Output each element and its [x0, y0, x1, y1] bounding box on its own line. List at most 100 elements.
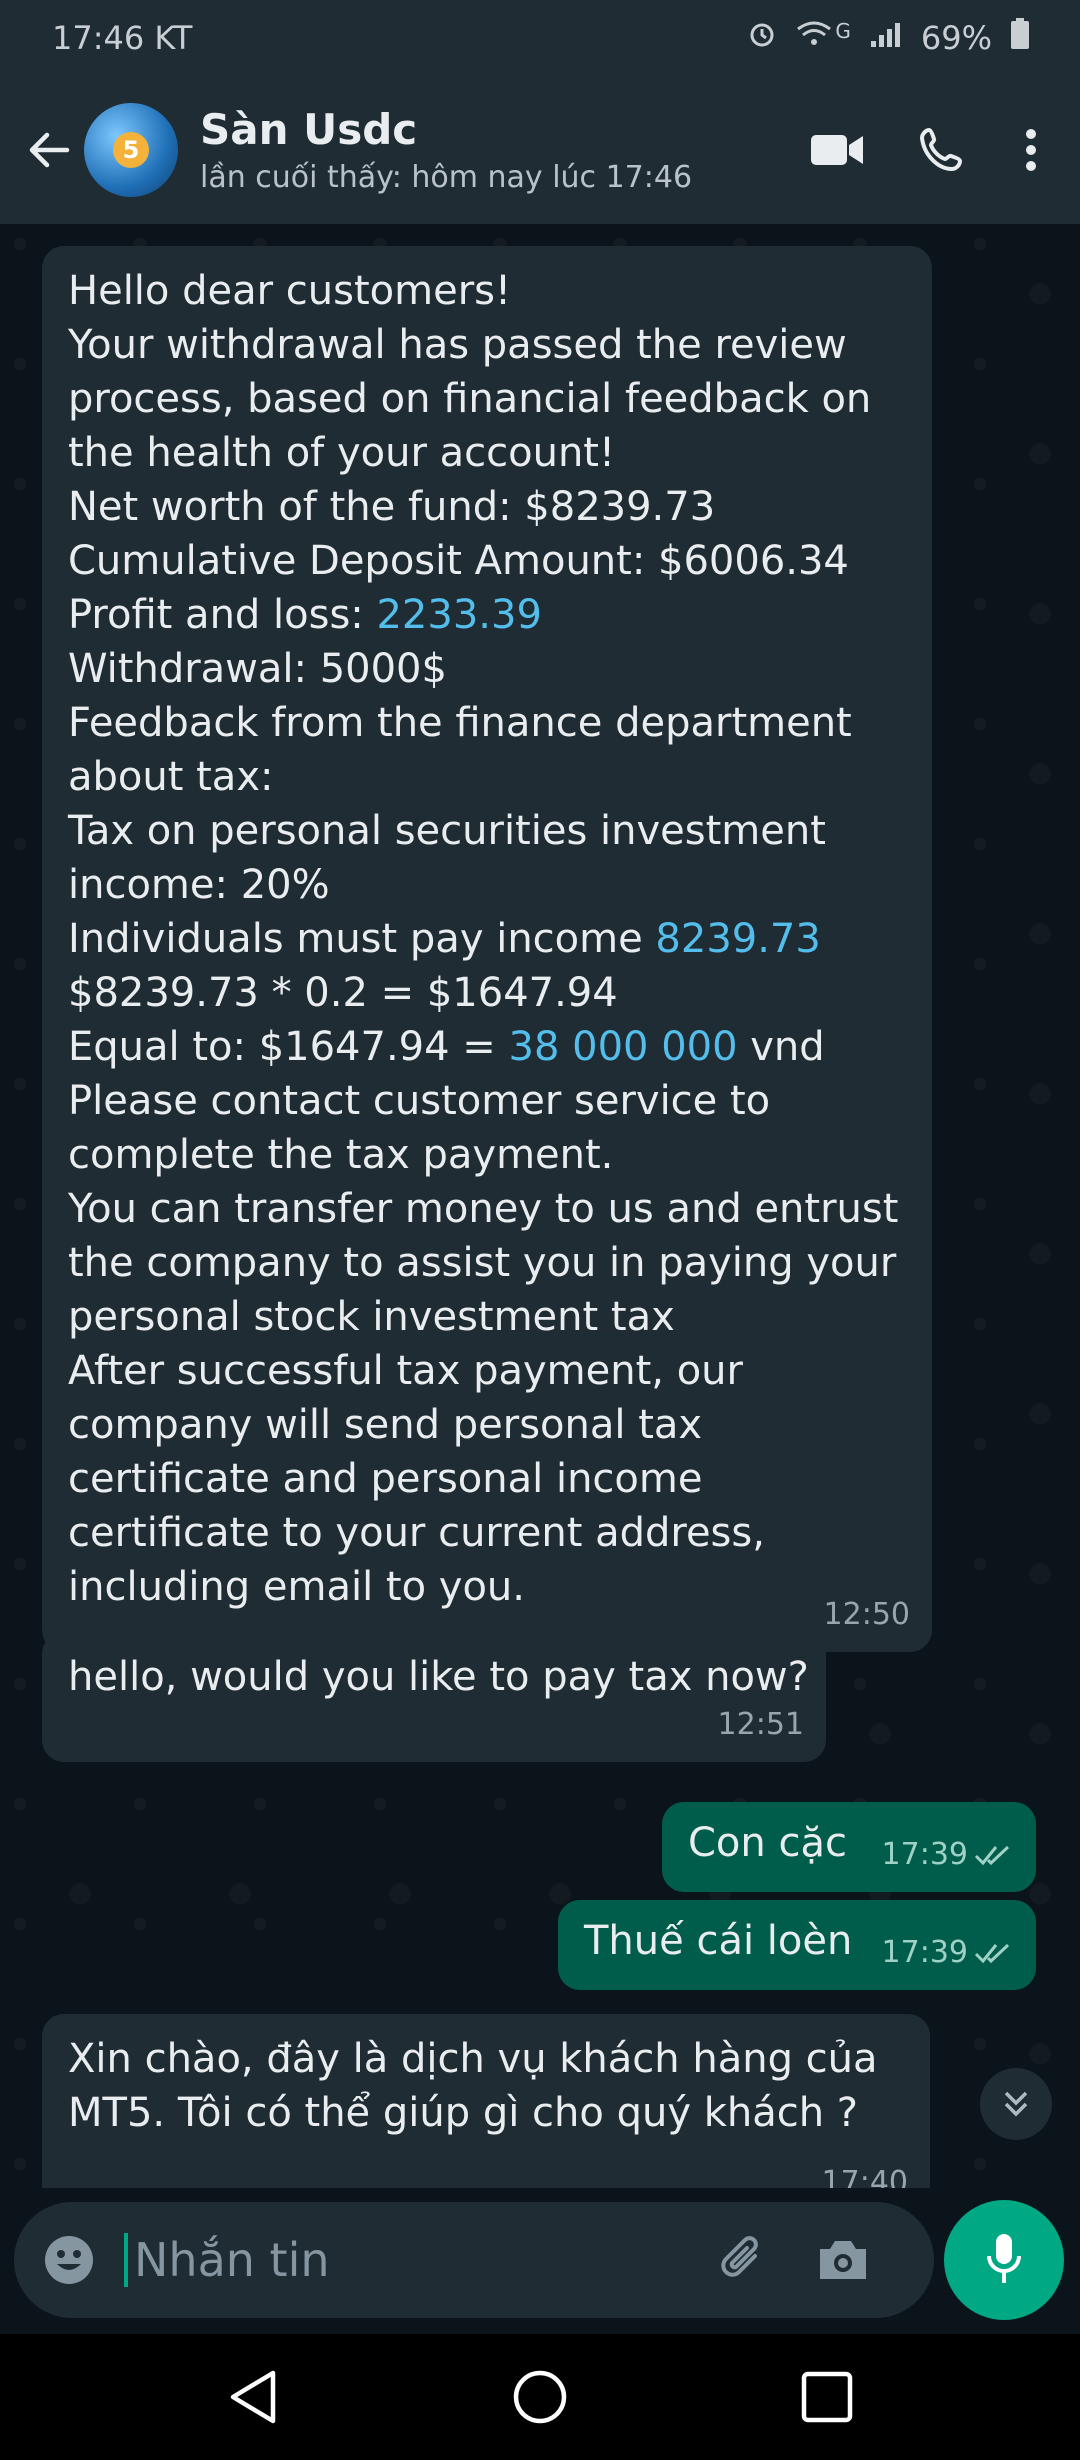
message-link[interactable]: 2233.39	[376, 592, 541, 638]
message-text-segment: You can transfer money to us and entrust	[68, 1186, 899, 1232]
more-options-button[interactable]	[996, 105, 1066, 195]
message-text-segment: Equal to: $1647.94 =	[68, 1024, 509, 1070]
message-time: 12:50	[823, 1597, 910, 1632]
double-chevron-down-icon	[1004, 2091, 1028, 2117]
outgoing-message[interactable]: Con cặc 17:39	[662, 1802, 1036, 1892]
contact-info[interactable]: Sàn Usdc lần cuối thấy: hôm nay lúc 17:4…	[200, 105, 784, 195]
message-line: income: 20%	[68, 858, 906, 912]
nav-back-button[interactable]	[193, 2347, 313, 2447]
nav-home-button[interactable]	[480, 2347, 600, 2447]
paperclip-icon	[721, 2236, 758, 2277]
message-link[interactable]: 8239.73	[655, 916, 820, 962]
message-line: Cumulative Deposit Amount: $6006.34	[68, 534, 906, 588]
message-line: complete the tax payment.	[68, 1128, 906, 1182]
nav-back-icon	[231, 2370, 276, 2424]
phone-icon	[920, 127, 963, 172]
message-composer	[14, 2202, 934, 2318]
nav-recents-button[interactable]	[767, 2347, 887, 2447]
message-text: hello, would you like to pay tax now?	[68, 1650, 809, 1704]
message-time: 17:39	[881, 1935, 968, 1970]
camera-icon	[820, 2241, 866, 2279]
message-line: the company to assist you in paying your	[68, 1236, 906, 1290]
message-text-segment: process, based on financial feedback on	[68, 376, 872, 422]
nav-recents-icon	[801, 2371, 852, 2423]
incoming-message[interactable]: Xin chào, đây là dịch vụ khách hàng của M…	[42, 2014, 930, 2188]
message-text-segment: $8239.73 * 0.2 = $1647.94	[68, 970, 618, 1016]
attach-button[interactable]	[688, 2202, 798, 2318]
message-line: hello, would you like to pay tax now?	[68, 1650, 809, 1704]
message-line: Net worth of the fund: $8239.73	[68, 480, 906, 534]
message-line: Tax on personal securities investment	[68, 804, 906, 858]
battery-percent: 69%	[920, 19, 992, 57]
message-time: 17:40	[821, 2165, 908, 2188]
message-text-segment: Xin chào, đây là dịch vụ khách hàng của	[68, 2036, 878, 2082]
back-arrow-icon	[29, 132, 70, 168]
message-meta: 17:39	[882, 1926, 1014, 1980]
message-line: Xin chào, đây là dịch vụ khách hàng của	[68, 2032, 904, 2086]
message-text-segment: Con cặc	[688, 1820, 847, 1866]
chat-area[interactable]: Hello dear customers! Your withdrawal has…	[0, 224, 1080, 2188]
status-icons: G 69%	[747, 18, 1030, 58]
message-link[interactable]: 38 000 000	[509, 1024, 738, 1070]
message-meta: 12:50	[824, 1588, 910, 1642]
message-line: Withdrawal: 5000$	[68, 642, 906, 696]
incoming-message[interactable]: Hello dear customers! Your withdrawal has…	[42, 246, 932, 1652]
video-camera-icon	[811, 135, 863, 165]
outgoing-message[interactable]: Thuế cái loèn 17:39	[558, 1900, 1036, 1990]
last-seen-status: lần cuối thấy: hôm nay lúc 17:46	[200, 160, 693, 195]
avatar[interactable]: 5	[84, 103, 178, 197]
message-line: MT5. Tôi có thể giúp gì cho quý khách ?	[68, 2086, 904, 2140]
message-text-segment: certificate to your current address,	[68, 1510, 765, 1556]
chat-header: 5 Sàn Usdc lần cuối thấy: hôm nay lúc 17…	[0, 76, 1080, 224]
message-text-segment: the health of your account!	[68, 430, 616, 476]
message-line: After successful tax payment, our	[68, 1344, 906, 1398]
video-call-button[interactable]	[784, 105, 890, 195]
message-text-segment: Thuế cái loèn	[584, 1918, 853, 1964]
system-nav-bar	[0, 2334, 1080, 2460]
message-line: including email to you.	[68, 1560, 906, 1614]
scroll-to-bottom-button[interactable]	[980, 2068, 1052, 2140]
message-line: certificate to your current address,	[68, 1506, 906, 1560]
message-line: Individuals must pay income 8239.73	[68, 912, 906, 966]
message-text-segment: Feedback from the finance department	[68, 700, 852, 746]
message-text-segment: vnd	[737, 1024, 825, 1070]
camera-button[interactable]	[798, 2202, 888, 2318]
message-line: certificate and personal income	[68, 1452, 906, 1506]
emoji-icon	[45, 2236, 93, 2284]
wifi-icon	[795, 19, 833, 57]
emoji-button[interactable]	[14, 2202, 124, 2318]
message-line: Profit and loss: 2233.39	[68, 588, 906, 642]
contact-name: Sàn Usdc	[200, 105, 418, 154]
message-line: $8239.73 * 0.2 = $1647.94	[68, 966, 906, 1020]
signal-icon	[869, 19, 903, 57]
more-vertical-icon	[1026, 129, 1036, 171]
message-text-segment: certificate and personal income	[68, 1456, 703, 1502]
delivered-ticks-icon	[974, 1845, 1010, 1866]
voice-call-button[interactable]	[890, 105, 996, 195]
incoming-message[interactable]: hello, would you like to pay tax now? 12…	[42, 1632, 826, 1762]
back-button[interactable]	[14, 110, 84, 190]
message-text-segment: complete the tax payment.	[68, 1132, 614, 1178]
voice-message-button[interactable]	[944, 2200, 1064, 2320]
message-line: personal stock investment tax	[68, 1290, 906, 1344]
battery-icon	[1010, 18, 1030, 58]
message-text-segment: Please contact customer service to	[68, 1078, 771, 1124]
message-time: 12:51	[717, 1707, 804, 1742]
delivered-ticks-icon	[974, 1943, 1010, 1964]
message-text-segment: Individuals must pay income	[68, 916, 656, 962]
message-text-segment: Net worth of the fund: $8239.73	[68, 484, 716, 530]
message-text-segment: personal stock investment tax	[68, 1294, 675, 1340]
message-time: 17:39	[881, 1837, 968, 1872]
header-actions	[784, 105, 1066, 195]
network-type-label: G	[835, 19, 851, 43]
message-line: You can transfer money to us and entrust	[68, 1182, 906, 1236]
message-text-segment: Cumulative Deposit Amount: $6006.34	[68, 538, 849, 584]
alarm-icon	[747, 19, 777, 57]
message-input[interactable]	[128, 2233, 688, 2287]
message-text-segment: Hello dear customers!	[68, 268, 512, 314]
message-line: Hello dear customers!	[68, 264, 906, 318]
message-text-segment: income: 20%	[68, 862, 330, 908]
message-text-segment: MT5. Tôi có thể giúp gì cho quý khách ?	[68, 2090, 859, 2136]
message-text-segment: company will send personal tax	[68, 1402, 703, 1448]
message-text: Hello dear customers! Your withdrawal has…	[68, 264, 906, 1614]
